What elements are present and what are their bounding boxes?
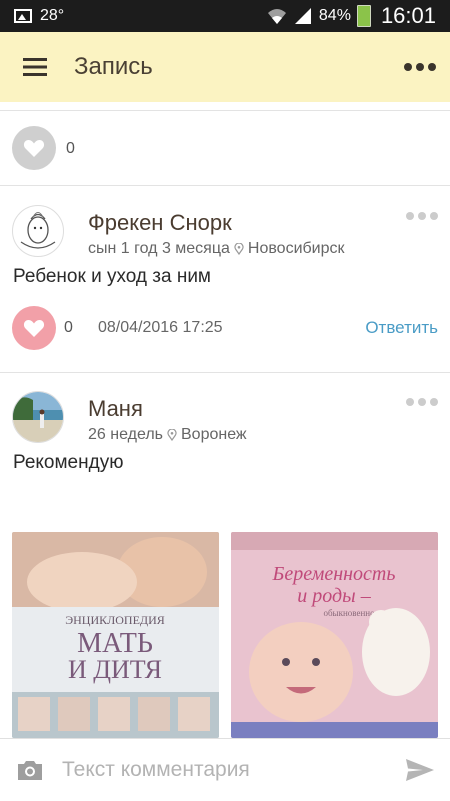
photo-caption: Беременность (272, 563, 396, 585)
child-age: 26 недель (88, 426, 163, 443)
location-pin-icon (167, 429, 177, 441)
photo-caption: и роды – (297, 585, 371, 607)
comment-meta: сын 1 год 3 месяца Новосибирск (88, 240, 345, 258)
comment-meta: 26 недель Воронеж (88, 426, 247, 444)
moomin-avatar-icon (20, 212, 56, 249)
city: Новосибирск (247, 240, 345, 257)
comment-input[interactable] (60, 757, 390, 783)
heart-icon (23, 320, 45, 337)
signal-icon (294, 8, 311, 24)
gallery-notification-icon (14, 9, 32, 23)
child-age: сын 1 год 3 месяца (88, 240, 230, 257)
avatar[interactable] (12, 205, 64, 257)
like-count: 0 (66, 140, 75, 157)
battery-icon (356, 5, 371, 27)
reply-button[interactable]: Ответить (365, 318, 438, 338)
comment-date: 08/04/2016 17:25 (98, 319, 223, 336)
divider (0, 185, 450, 186)
comment-text: Ребенок и уход за ним (13, 266, 211, 287)
like-button[interactable] (12, 306, 56, 350)
comment-text: Рекомендую (13, 452, 124, 473)
like-count: 0 (64, 319, 73, 336)
photo-caption: И ДИТЯ (68, 655, 162, 684)
comment-more-button[interactable] (406, 206, 438, 226)
more-dots-icon[interactable] (390, 32, 450, 102)
book-beremennost-photo[interactable]: Беременность и роды – обыкновенное чудо (231, 532, 438, 738)
comment-more-button[interactable] (406, 392, 438, 412)
post-feed[interactable]: 0 Фрекен Снорк сын 1 год 3 месяца Новоси… (0, 102, 450, 738)
location-pin-icon (234, 243, 244, 255)
temperature-label: 28° (40, 7, 65, 24)
comment-author[interactable]: Фрекен Снорк (88, 210, 232, 236)
book-mat-i-ditya-photo[interactable]: ЭНЦИКЛОПЕДИЯ МАТЬ И ДИТЯ (12, 532, 219, 738)
beach-photo-avatar (13, 392, 63, 442)
comment-author[interactable]: Маня (88, 396, 143, 422)
divider (0, 110, 450, 111)
comment-bar (0, 738, 450, 801)
camera-icon[interactable] (0, 759, 60, 781)
page-title: Запись (74, 53, 153, 80)
battery-percent: 84% (318, 7, 351, 24)
status-bar: 28° 84% 16:01 (0, 0, 450, 32)
city: Воронеж (181, 426, 247, 443)
clock: 16:01 (380, 3, 436, 28)
divider (0, 372, 450, 373)
hamburger-menu-icon[interactable] (0, 32, 70, 102)
wifi-icon (267, 9, 286, 24)
heart-icon (23, 140, 45, 157)
avatar[interactable] (12, 391, 64, 443)
send-icon[interactable] (390, 758, 450, 782)
like-button[interactable] (12, 126, 56, 170)
photo-caption: ЭНЦИКЛОПЕДИЯ (65, 613, 165, 627)
app-bar: Запись (0, 32, 450, 102)
